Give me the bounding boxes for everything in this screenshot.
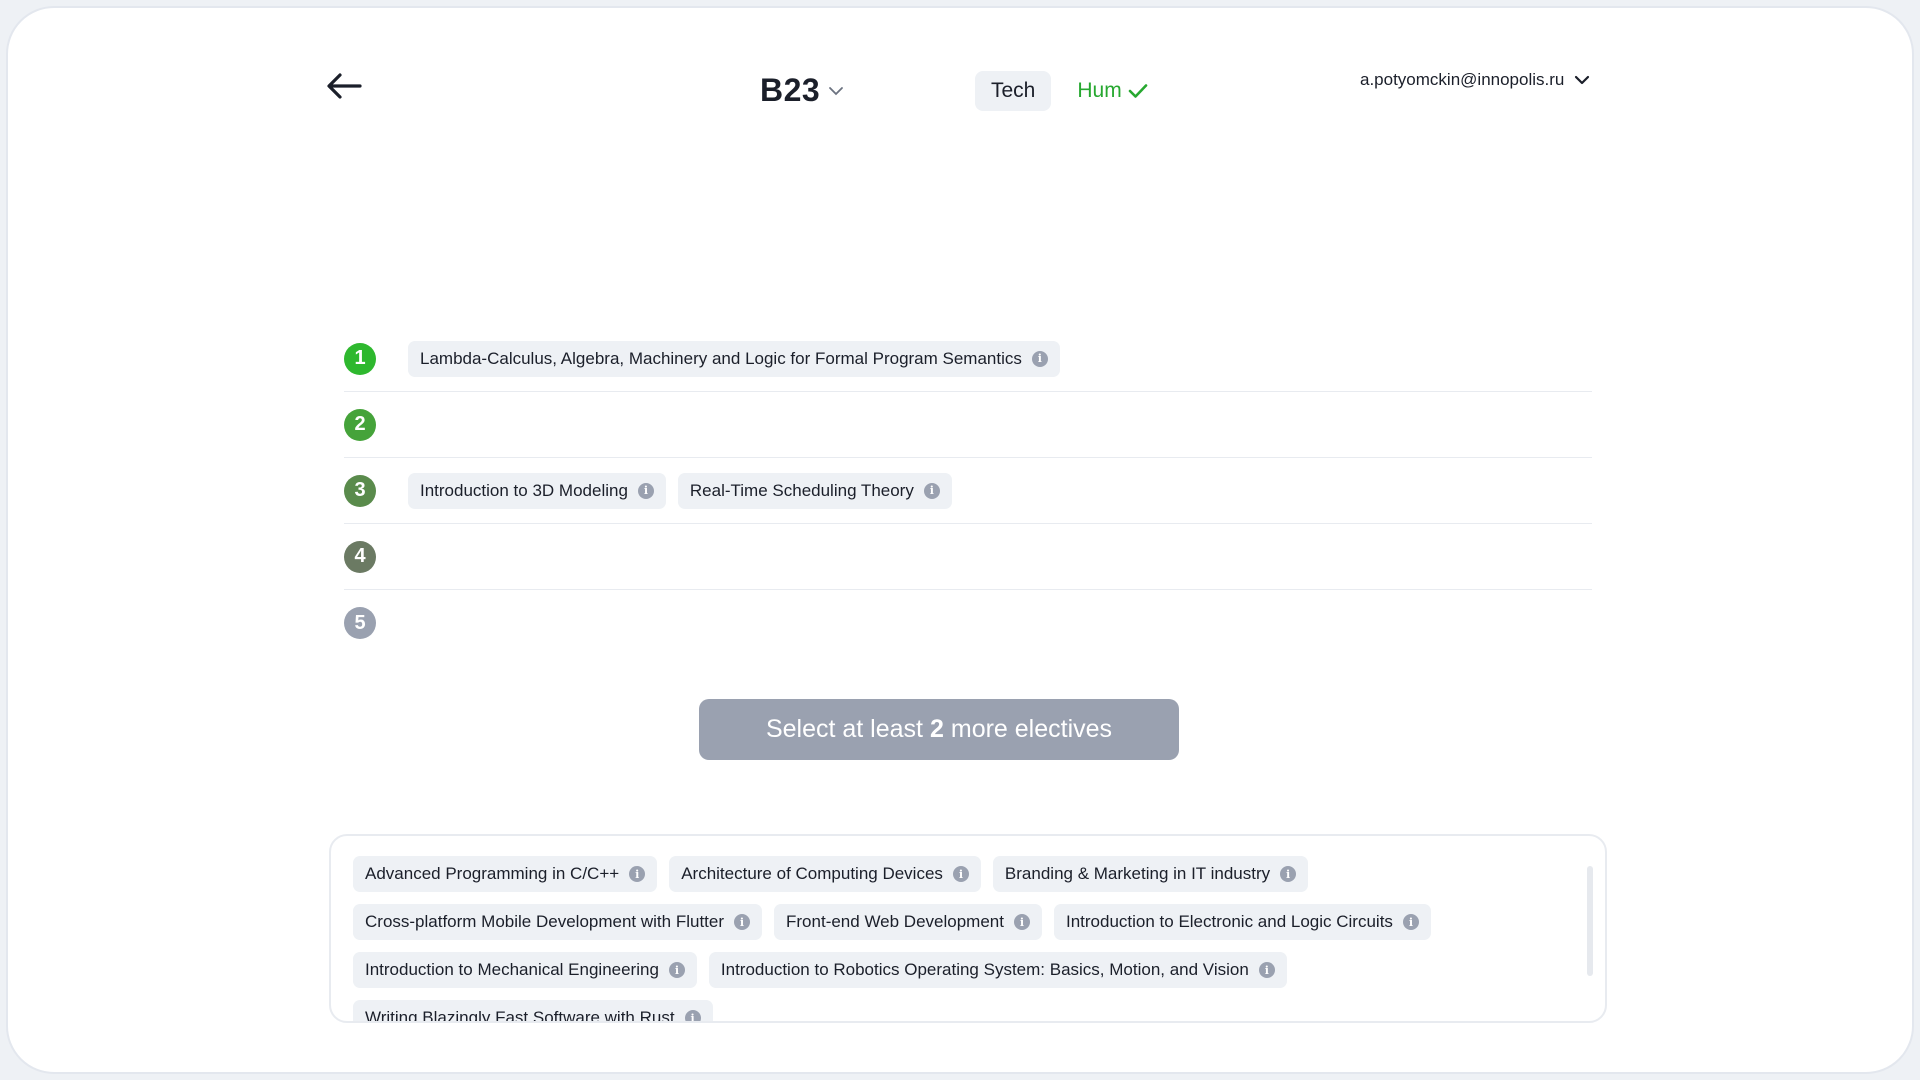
priority-row-2[interactable]: 2 [344,392,1592,458]
priority-slot-chips: Introduction to 3D Modeling i Real-Time Sc… [408,472,952,509]
available-course-chip[interactable]: Introduction to Mechanical Engineering i [353,952,697,988]
selected-course-chip[interactable]: Introduction to 3D Modeling i [408,472,666,509]
course-name: Introduction to Robotics Operating Syste… [720,960,1249,979]
course-name: Branding & Marketing in IT industry [1004,864,1271,883]
chevron-down-icon [1575,75,1590,85]
back-arrow-icon[interactable] [324,72,364,100]
course-name: Introduction to Mechanical Engineering [365,960,659,979]
course-name: Introduction to Electronic and Logic Cir… [1065,912,1393,931]
available-electives-pool[interactable]: Advanced Programming in C/C++ i Architectu… [329,834,1607,1023]
priority-number-badge: 2 [344,408,376,441]
info-icon[interactable]: i [668,962,685,978]
app-frame: B23 Tech Hum a.potyomckin@innopolis.ru 1… [6,6,1914,1074]
course-name: Front-end Web Development [786,912,1004,931]
submit-prefix: Select at least [765,715,923,743]
available-course-chip[interactable]: Front-end Web Development i [774,904,1042,940]
priority-number-badge: 3 [344,474,376,507]
tab-hum[interactable]: Hum [1061,71,1163,111]
info-icon[interactable]: i [923,482,940,499]
info-icon[interactable]: i [1402,914,1419,930]
priority-row-5[interactable]: 5 [344,590,1592,656]
available-course-chip[interactable]: Introduction to Robotics Operating Syste… [708,952,1287,988]
available-course-chip[interactable]: Introduction to Electronic and Logic Cir… [1053,904,1431,940]
priority-row-3[interactable]: 3 Introduction to 3D Modeling i Real-Time S… [344,458,1592,524]
chevron-down-icon [829,86,844,95]
info-icon[interactable]: i [1013,914,1030,930]
priority-row-4[interactable]: 4 [344,524,1592,590]
priority-number-badge: 4 [344,540,376,573]
info-icon[interactable]: i [734,914,751,930]
info-icon[interactable]: i [637,482,654,499]
info-icon[interactable]: i [684,1010,701,1021]
tab-tech[interactable]: Tech [975,71,1052,111]
priority-slot-chips: Lambda-Calculus, Algebra, Machinery and … [408,340,1060,377]
check-icon [1128,84,1148,98]
selected-course-chip[interactable]: Lambda-Calculus, Algebra, Machinery and … [408,340,1060,377]
submit-button[interactable]: Select at least 2 more electives [699,699,1179,760]
priority-row-1[interactable]: 1 Lambda-Calculus, Algebra, Machinery and… [344,326,1592,392]
selected-course-chip[interactable]: Real-Time Scheduling Theory i [677,472,952,509]
available-course-chip[interactable]: Cross-platform Mobile Development with F… [353,904,763,940]
user-email: a.potyomckin@innopolis.ru [1360,70,1565,89]
course-name: Writing Blazingly Fast Software with Rus… [365,1008,675,1023]
info-icon[interactable]: i [1031,350,1048,367]
pool-scrollbar[interactable] [1587,866,1593,976]
elective-type-tabs: Tech Hum [975,71,1164,111]
submit-count: 2 [929,715,944,743]
group-selector[interactable]: B23 [760,72,844,109]
info-icon[interactable]: i [1280,866,1297,882]
tab-hum-label: Hum [1077,79,1122,102]
available-course-chip[interactable]: Advanced Programming in C/C++ i [353,856,658,892]
group-label: B23 [760,72,821,108]
user-menu[interactable]: a.potyomckin@innopolis.ru [1360,70,1590,90]
course-name: Cross-platform Mobile Development with F… [365,912,725,931]
priority-list: 1 Lambda-Calculus, Algebra, Machinery and… [344,326,1592,656]
info-icon[interactable]: i [629,866,646,882]
tab-tech-label: Tech [991,79,1036,102]
priority-number-badge: 5 [344,607,376,639]
priority-number-badge: 1 [344,342,376,375]
info-icon[interactable]: i [952,866,969,882]
pool-chips: Advanced Programming in C/C++ i Architectu… [353,856,1553,1023]
available-course-chip[interactable]: Architecture of Computing Devices i [669,856,981,892]
submit-suffix: more electives [950,715,1113,743]
course-name: Lambda-Calculus, Algebra, Machinery and … [420,348,1022,368]
course-name: Advanced Programming in C/C++ [365,864,620,883]
course-name: Real-Time Scheduling Theory [689,480,914,500]
available-course-chip[interactable]: Writing Blazingly Fast Software with Rus… [353,1000,713,1023]
available-course-chip[interactable]: Branding & Marketing in IT industry i [992,856,1309,892]
course-name: Introduction to 3D Modeling [420,480,628,500]
info-icon[interactable]: i [1258,962,1275,978]
course-name: Architecture of Computing Devices [681,864,943,883]
